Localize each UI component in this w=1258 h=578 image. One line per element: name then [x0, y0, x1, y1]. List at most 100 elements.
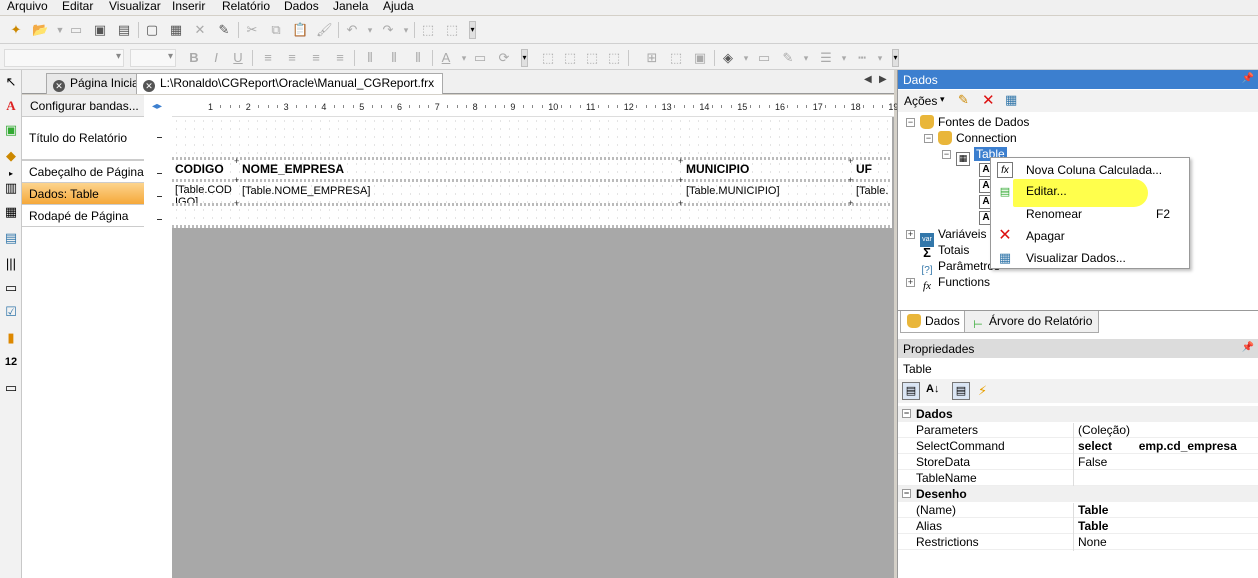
- shadow-icon[interactable]: ▣: [692, 50, 708, 66]
- redo-icon[interactable]: ↷: [380, 22, 396, 38]
- cellular-text-object-icon[interactable]: ▭: [3, 380, 19, 396]
- bold-icon[interactable]: B: [186, 50, 202, 66]
- page-setup-icon[interactable]: ✎: [216, 22, 232, 38]
- fill-dropdown-icon[interactable]: ▾: [738, 50, 754, 66]
- font-name-combo[interactable]: [4, 49, 124, 67]
- header-nome-empresa[interactable]: NOME_EMPRESA: [242, 162, 682, 176]
- checkbox-object-icon[interactable]: ☑: [3, 304, 19, 320]
- undo-icon[interactable]: ↶: [344, 22, 360, 38]
- tree-fontes-de-dados[interactable]: Fontes de Dados: [920, 115, 1029, 129]
- align-right-icon[interactable]: ≡: [308, 50, 324, 66]
- save-icon[interactable]: ▭: [68, 22, 84, 38]
- tab-scroll-right-icon[interactable]: ▶: [879, 74, 887, 85]
- picture-object-icon[interactable]: ▣: [3, 122, 19, 138]
- close-tab-icon[interactable]: ✕: [143, 80, 155, 92]
- border-left-icon[interactable]: ⬚: [584, 50, 600, 66]
- tab-pagina-inicial[interactable]: ✕ Página Inicial: [46, 73, 151, 94]
- border-all-icon[interactable]: ⊞: [644, 50, 660, 66]
- acoes-dropdown-icon[interactable]: ▾: [940, 94, 945, 105]
- close-tab-icon[interactable]: ✕: [53, 80, 65, 92]
- menu-arquivo[interactable]: Arquivo: [7, 0, 48, 13]
- property-row[interactable]: TableName: [898, 470, 1258, 487]
- categorized-icon[interactable]: ▤: [902, 382, 920, 400]
- line-style-icon[interactable]: ┅: [854, 50, 870, 66]
- fill-color-icon[interactable]: ◈: [720, 50, 736, 66]
- group-icon[interactable]: ⬚: [420, 22, 436, 38]
- ungroup-icon[interactable]: ⬚: [444, 22, 460, 38]
- events-icon[interactable]: ⚡: [978, 383, 987, 399]
- align-center-icon[interactable]: ≡: [284, 50, 300, 66]
- menu-editar[interactable]: Editar: [62, 0, 93, 13]
- align-left-icon[interactable]: ≡: [260, 50, 276, 66]
- page-footer-band-area[interactable]: [172, 206, 892, 226]
- text-color-icon[interactable]: A: [438, 50, 454, 66]
- border-top-icon[interactable]: ⬚: [540, 50, 556, 66]
- new-dialog-icon[interactable]: ▦: [168, 22, 184, 38]
- header-codigo[interactable]: CODIGO: [175, 162, 237, 176]
- font-size-combo[interactable]: [130, 49, 176, 67]
- tree-connection[interactable]: Connection: [938, 131, 1017, 145]
- rotate-icon[interactable]: ⟳: [496, 50, 512, 66]
- italic-icon[interactable]: I: [208, 50, 224, 66]
- line-width-dropdown-icon[interactable]: ▾: [836, 50, 852, 66]
- property-row[interactable]: Restrictions None: [898, 534, 1258, 551]
- text-color-dropdown-icon[interactable]: ▾: [456, 50, 472, 66]
- table-object-icon[interactable]: ▦: [3, 204, 19, 220]
- delete-page-icon[interactable]: ✕: [192, 22, 208, 38]
- menu-editar-label-overlay[interactable]: Editar...: [1026, 184, 1067, 198]
- field-codigo[interactable]: [Table.COD IGO]: [175, 184, 237, 203]
- tab-dados[interactable]: Dados: [900, 311, 967, 333]
- menu-apagar[interactable]: ✕ Apagar: [991, 225, 1189, 247]
- menu-ajuda[interactable]: Ajuda: [383, 0, 414, 13]
- properties-icon[interactable]: ▤: [952, 382, 970, 400]
- new-page-icon[interactable]: ▢: [144, 22, 160, 38]
- undo-dropdown-icon[interactable]: ▾: [362, 22, 378, 38]
- ruler-toggle-icon[interactable]: ◂▸: [152, 101, 162, 112]
- configure-bands-button[interactable]: Configurar bandas...: [22, 95, 144, 117]
- tab-report-file[interactable]: ✕ L:\Ronaldo\CGReport\Oracle\Manual_CGRep…: [136, 73, 444, 94]
- text-object-icon[interactable]: A: [3, 98, 19, 114]
- tree-functions[interactable]: fx Functions: [920, 275, 990, 293]
- toolbar-grip[interactable]: ▾: [469, 21, 476, 39]
- highlight-icon[interactable]: ▭: [472, 50, 488, 66]
- tab-scroll-left-icon[interactable]: ◀: [864, 74, 872, 85]
- preview-icon[interactable]: ▤: [116, 22, 132, 38]
- copy-icon[interactable]: ⧉: [268, 22, 284, 38]
- menu-inserir[interactable]: Inserir: [172, 0, 205, 13]
- tab-arvore-relatorio[interactable]: ⊢ Árvore do Relatório: [964, 311, 1100, 333]
- open-dropdown-icon[interactable]: ▼: [52, 22, 68, 38]
- field-municipio[interactable]: [Table.MUNICIPIO]: [686, 185, 851, 197]
- line-color-dropdown-icon[interactable]: ▾: [798, 50, 814, 66]
- zip-code-object-icon[interactable]: 12: [3, 354, 19, 370]
- paste-icon[interactable]: 📋: [292, 22, 308, 38]
- border-none-icon[interactable]: ⬚: [668, 50, 684, 66]
- menu-relatorio[interactable]: Relatório: [222, 0, 270, 13]
- valign-middle-icon[interactable]: ⫴: [386, 50, 402, 66]
- shape-object-icon[interactable]: ◆: [3, 148, 19, 164]
- band-page-footer[interactable]: Rodapé de Página: [22, 205, 144, 227]
- property-row[interactable]: Parameters (Coleção): [898, 422, 1258, 439]
- frame-icon[interactable]: ▭: [756, 50, 772, 66]
- category-dados[interactable]: − Dados: [898, 406, 1258, 422]
- menu-janela[interactable]: Janela: [333, 0, 368, 13]
- valign-bottom-icon[interactable]: ⫴: [410, 50, 426, 66]
- band-page-header[interactable]: Cabeçalho de Página: [22, 160, 144, 183]
- menu-visualizar[interactable]: Visualizar: [109, 0, 161, 13]
- border-bottom-icon[interactable]: ⬚: [562, 50, 578, 66]
- edit-datasource-icon[interactable]: ✎: [958, 92, 969, 108]
- subreport-object-icon[interactable]: ▥: [3, 180, 19, 196]
- line-color-icon[interactable]: ✎: [780, 50, 796, 66]
- property-row[interactable]: StoreData False: [898, 454, 1258, 471]
- matrix-object-icon[interactable]: ▤: [3, 230, 19, 246]
- pin-icon[interactable]: 📌: [1242, 342, 1254, 353]
- band-report-title[interactable]: Título do Relatório: [22, 117, 144, 160]
- category-desenho[interactable]: − Desenho: [898, 486, 1258, 502]
- field-uf[interactable]: [Table.: [856, 185, 892, 197]
- view-data-icon[interactable]: ▦: [1005, 92, 1017, 108]
- report-title-band-area[interactable]: [172, 117, 892, 158]
- property-row[interactable]: (Name) Table: [898, 502, 1258, 519]
- band-data-table[interactable]: Dados: Table: [22, 183, 144, 205]
- chart-object-icon[interactable]: ▮: [3, 330, 19, 346]
- line-width-icon[interactable]: ☰: [818, 50, 834, 66]
- pin-icon[interactable]: 📌: [1242, 73, 1254, 84]
